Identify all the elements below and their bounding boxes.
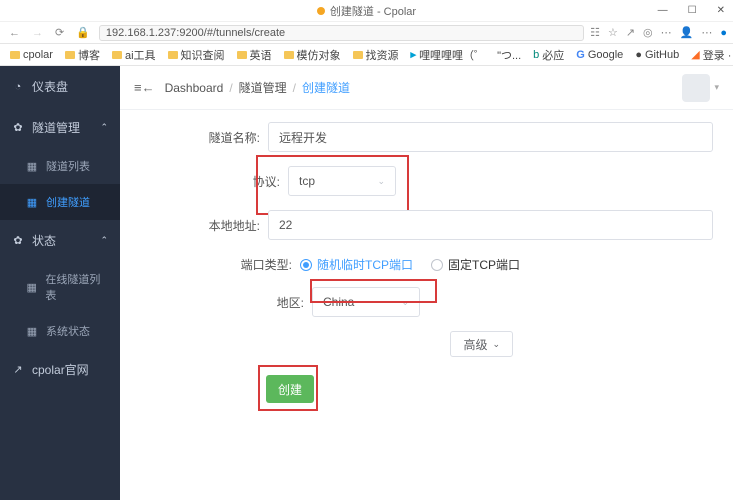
gear-icon: ✿ [12,121,24,134]
tunnel-form: 隧道名称: 协议: tcp⌄ 本地地址: 端口类型: 随机临时TCP端口 固定T… [120,110,733,429]
more-dots-icon[interactable]: ⋯ [661,26,672,39]
label-protocol: 协议: [214,173,288,190]
minimize-button[interactable]: — [654,3,672,18]
folder-icon [168,51,178,59]
bookmark-item[interactable]: ◢登录 · GitLab [687,46,733,64]
folder-icon [237,51,247,59]
main-content: ≡← Dashboard / 隧道管理 / 创建隧道 ▾ 隧道名称: 协议: [120,66,733,500]
protocol-select[interactable]: tcp⌄ [288,166,396,196]
folder-icon [353,51,363,59]
chevron-down-icon: ▾ [714,82,719,93]
forward-button[interactable]: → [29,27,46,39]
local-addr-input[interactable] [268,210,713,240]
advanced-button[interactable]: 高级⌄ [450,331,513,357]
github-icon: ● [635,49,642,61]
breadcrumb-dashboard[interactable]: Dashboard [165,81,224,95]
url-input[interactable] [99,25,584,41]
menu-icon[interactable]: ⋯ [701,26,712,39]
radio-icon [300,259,312,271]
radio-random-port[interactable]: 随机临时TCP端口 [300,256,413,273]
radio-icon [431,259,443,271]
page-header: ≡← Dashboard / 隧道管理 / 创建隧道 ▾ [120,66,733,110]
sidebar-item-official[interactable]: ↗cpolar官网 [0,349,120,390]
folder-icon [284,51,294,59]
folder-icon [10,51,20,59]
window-titlebar: 创建隧道 - Cpolar — ☐ ✕ [0,0,733,22]
label-port-type: 端口类型: [226,256,300,273]
copy-icon[interactable]: ☷ [590,26,600,39]
bing-icon: b [533,49,539,61]
chevron-up-icon: ⌃ [100,122,108,133]
sidebar: ◔仪表盘 ✿隧道管理⌃ ▦隧道列表 ▦创建隧道 ✿状态⌃ ▦在线隧道列表 ▦系统… [0,66,120,500]
label-tunnel-name: 隧道名称: [194,129,268,146]
lock-icon: 🔒 [73,26,93,39]
reload-button[interactable]: ⟳ [52,26,67,39]
gauge-icon: ◔ [12,81,24,93]
back-button[interactable]: ← [6,27,23,39]
window-title: 创建隧道 - Cpolar [330,3,416,19]
google-icon: G [576,49,585,61]
folder-icon [65,51,75,59]
bookmark-item[interactable]: 模仿对象 [280,46,345,64]
sidebar-item-create-tunnel[interactable]: ▦创建隧道 [0,184,120,220]
user-menu[interactable]: ▾ [682,74,719,102]
tunnel-name-input[interactable] [268,122,713,152]
window-controls: — ☐ ✕ [654,3,729,18]
chevron-down-icon: ⌄ [377,176,385,187]
bookmark-item[interactable]: 找资源 [349,46,403,64]
sidebar-item-online-list[interactable]: ▦在线隧道列表 [0,261,120,313]
app-icon [317,7,325,15]
chevron-up-icon: ⌃ [100,235,108,246]
browser-address-bar: ← → ⟳ 🔒 ☷ ☆ ↗ ◎ ⋯ 👤 ⋯ ● [0,22,733,44]
close-button[interactable]: ✕ [713,3,729,18]
sidebar-item-tunnel-list[interactable]: ▦隧道列表 [0,148,120,184]
shield-icon[interactable]: ● [720,27,727,39]
folder-icon [112,51,122,59]
bookmark-item[interactable]: ai工具 [108,46,160,64]
status-icon: ✿ [12,234,24,247]
star-icon[interactable]: ☆ [608,26,618,39]
sidebar-item-dashboard[interactable]: ◔仪表盘 [0,66,120,107]
region-select[interactable]: China⌄ [312,287,420,317]
breadcrumb-tunnel-mgmt[interactable]: 隧道管理 [239,79,287,96]
bookmarks-bar: cpolar 博客 ai工具 知识查阅 英语 模仿对象 找资源 ▸哩哩哩哩（゜ … [0,44,733,66]
pin-icon[interactable]: ◎ [643,26,653,39]
list-icon: ▦ [26,160,38,173]
grid-icon: ▦ [26,325,38,338]
plus-icon: ▦ [26,196,38,209]
label-local-addr: 本地地址: [194,217,268,234]
label-region: 地区: [238,294,312,311]
ext-icon[interactable]: 👤 [680,26,694,39]
create-button[interactable]: 创建 [266,375,314,403]
bilibili-icon: ▸ [411,48,417,61]
gitlab-icon: ◢ [691,48,699,61]
sidebar-item-tunnel-mgmt[interactable]: ✿隧道管理⌃ [0,107,120,148]
menu-toggle-icon[interactable]: ≡← [134,80,155,95]
bookmark-item[interactable]: 博客 [61,46,104,64]
chevron-down-icon: ⌄ [492,339,500,350]
sidebar-item-status[interactable]: ✿状态⌃ [0,220,120,261]
avatar [682,74,710,102]
share-icon[interactable]: ↗ [626,26,635,39]
chevron-down-icon: ⌄ [401,297,409,308]
bookmark-item[interactable]: b必应 [529,46,568,64]
bookmark-item[interactable]: 知识查阅 [164,46,229,64]
bookmark-item[interactable]: cpolar [6,48,57,62]
breadcrumb-current: 创建隧道 [302,79,350,96]
bookmark-item[interactable]: ●GitHub [631,48,683,62]
radio-fixed-port[interactable]: 固定TCP端口 [431,256,520,273]
sidebar-item-system-status[interactable]: ▦系统状态 [0,313,120,349]
bookmark-item[interactable]: GGoogle [572,48,627,62]
external-link-icon: ↗ [12,363,24,376]
list-icon: ▦ [26,281,37,294]
breadcrumb: Dashboard / 隧道管理 / 创建隧道 [165,79,350,96]
bookmark-item[interactable]: 英语 [233,46,276,64]
bookmark-item[interactable]: "つ... [493,46,525,64]
maximize-button[interactable]: ☐ [684,3,701,18]
bookmark-item[interactable]: ▸哩哩哩哩（゜ [407,46,490,64]
